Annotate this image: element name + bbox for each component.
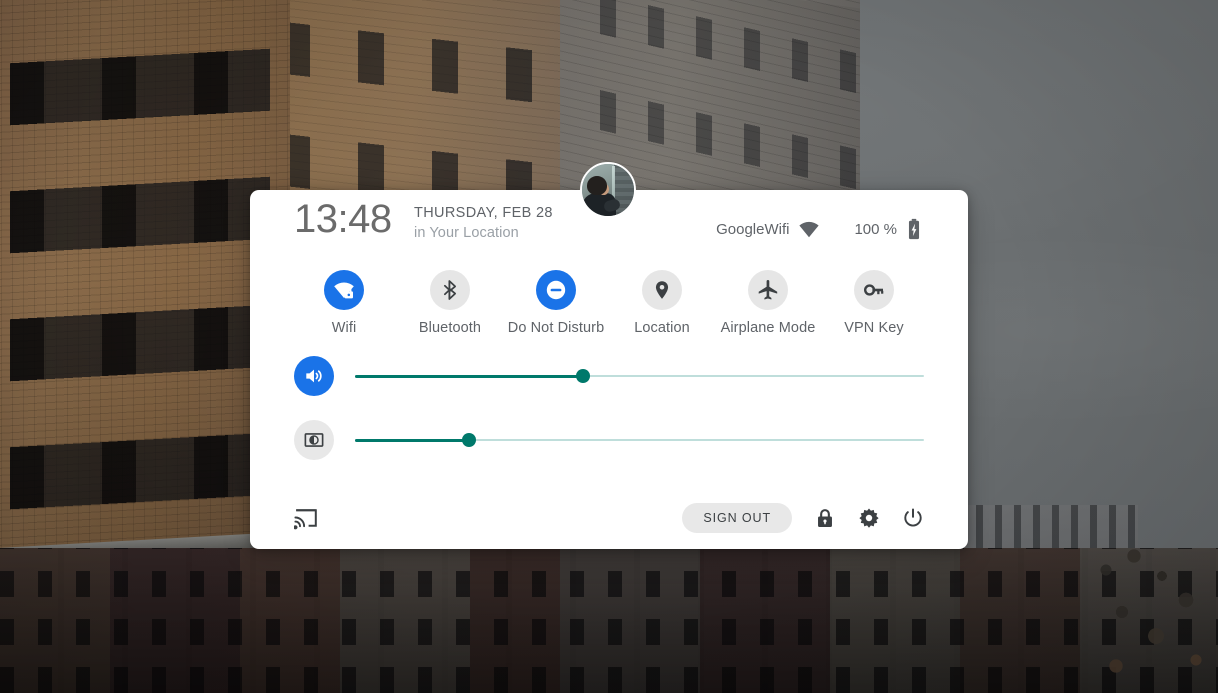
sign-out-button[interactable]: SIGN OUT: [682, 502, 792, 534]
toggle-location[interactable]: Location: [612, 270, 712, 336]
toggle-wifi[interactable]: Wifi: [294, 270, 394, 336]
do-not-disturb-icon[interactable]: [536, 270, 576, 310]
airplane-icon[interactable]: [748, 270, 788, 310]
volume-slider-row: [294, 356, 924, 396]
brightness-slider-thumb[interactable]: [461, 433, 476, 447]
toggle-vpn-key[interactable]: VPN Key: [824, 270, 924, 336]
toggle-bluetooth[interactable]: Bluetooth: [400, 270, 500, 336]
system-tray-panel: 13:48 THURSDAY, FEB 28 in Your Location …: [250, 162, 968, 549]
brightness-icon[interactable]: [294, 420, 334, 460]
toggle-airplane-mode[interactable]: Airplane Mode: [718, 270, 818, 336]
cast-icon[interactable]: [294, 506, 318, 530]
location-pin-icon[interactable]: [642, 270, 682, 310]
desktop-screen: 13:48 THURSDAY, FEB 28 in Your Location …: [0, 0, 1218, 693]
brightness-track-fill: [355, 438, 469, 442]
lock-icon[interactable]: [814, 507, 836, 529]
tray-header: 13:48 THURSDAY, FEB 28 in Your Location …: [250, 190, 968, 272]
brightness-slider-track[interactable]: [355, 430, 924, 450]
toggle-label: Bluetooth: [418, 320, 482, 336]
toggle-label: Do Not Disturb: [507, 320, 605, 336]
battery-charging-icon[interactable]: [906, 218, 922, 240]
toggle-do-not-disturb[interactable]: Do Not Disturb: [506, 270, 606, 336]
volume-slider-thumb[interactable]: [575, 369, 590, 383]
volume-up-icon[interactable]: [294, 356, 334, 396]
battery-percent: 100 %: [854, 220, 897, 238]
brightness-slider-row: [294, 420, 924, 460]
network-battery-block: GoogleWifi 100 %: [716, 218, 922, 240]
toggle-label: Airplane Mode: [720, 320, 816, 336]
tray-bottom-bar: SIGN OUT: [250, 487, 968, 549]
toggle-label: VPN Key: [844, 320, 904, 336]
date-location-block: THURSDAY, FEB 28 in Your Location: [414, 204, 553, 243]
quick-toggles-row: Wifi Bluetooth Do Not Disturb Location A…: [250, 270, 968, 336]
gear-icon[interactable]: [858, 507, 880, 529]
wifi-icon[interactable]: [798, 218, 820, 240]
date-text: THURSDAY, FEB 28: [414, 205, 553, 221]
volume-track-fill: [355, 374, 583, 378]
bluetooth-icon[interactable]: [430, 270, 470, 310]
wifi-locked-icon[interactable]: [324, 270, 364, 310]
volume-slider-track[interactable]: [355, 366, 924, 386]
toggle-label: Location: [634, 320, 690, 336]
location-text: in Your Location: [414, 224, 519, 241]
clock-time[interactable]: 13:48: [294, 199, 392, 239]
network-name[interactable]: GoogleWifi: [716, 221, 789, 238]
tray-actions: SIGN OUT: [682, 502, 924, 534]
toggle-label: Wifi: [331, 320, 357, 336]
power-icon[interactable]: [902, 507, 924, 529]
vpn-key-icon[interactable]: [854, 270, 894, 310]
